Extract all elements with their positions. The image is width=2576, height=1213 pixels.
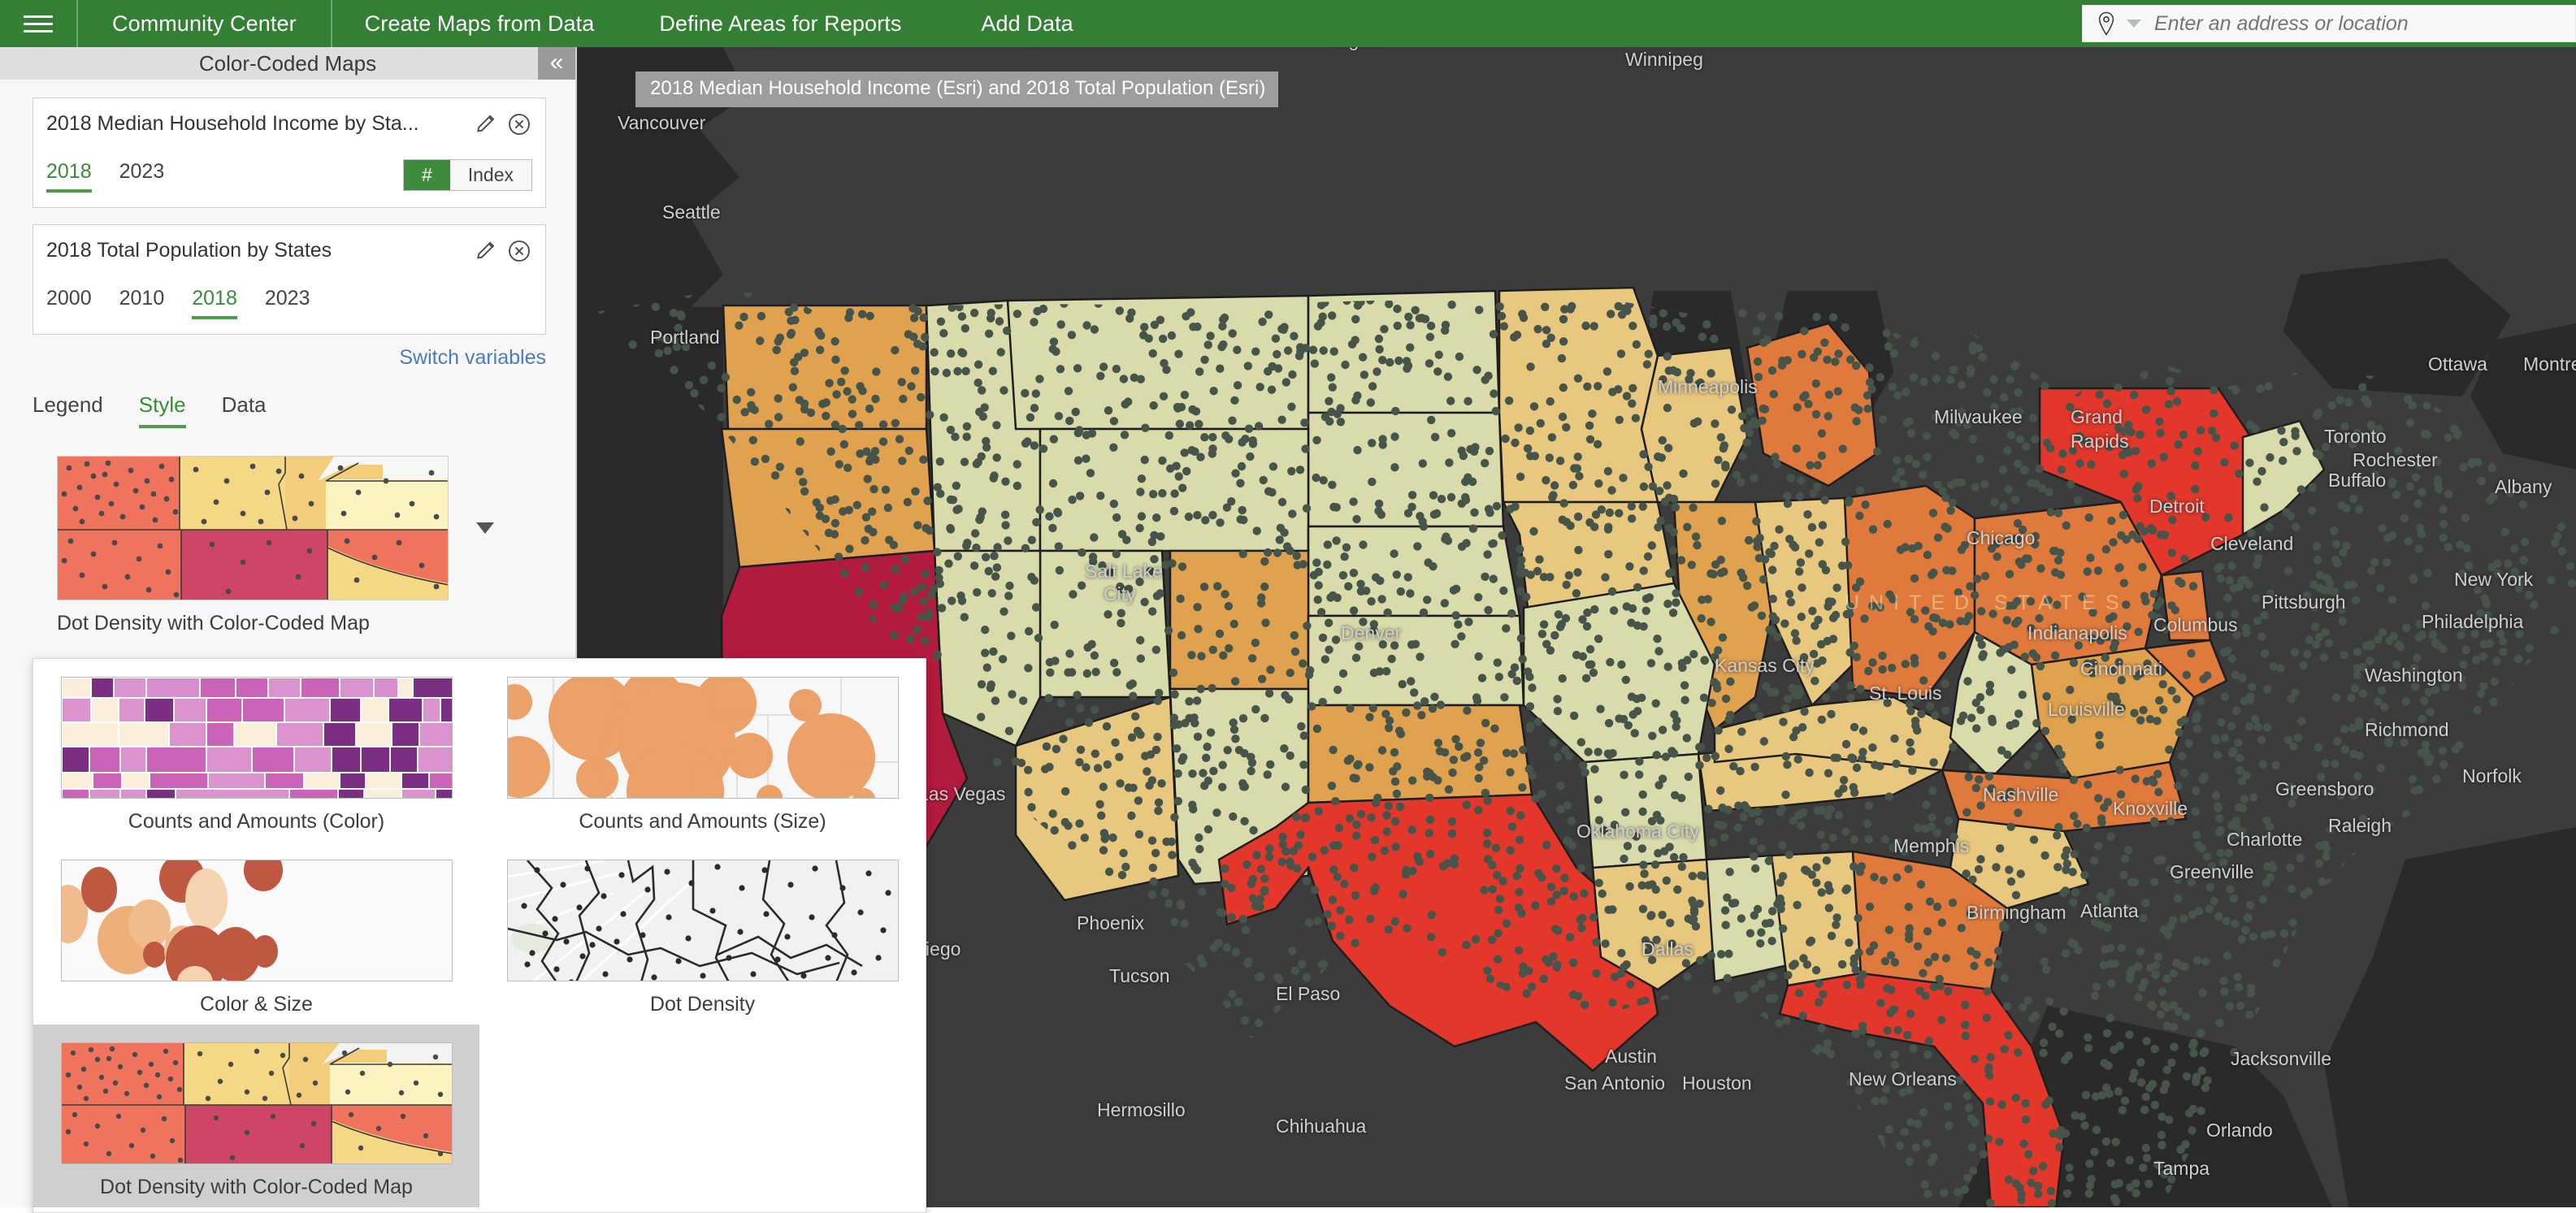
toggle-option-index[interactable]: Index: [450, 160, 531, 190]
current-style-selector[interactable]: [57, 456, 575, 600]
gallery-label: Color & Size: [33, 993, 479, 1016]
tab-legend[interactable]: Legend: [33, 392, 103, 428]
year-selector-population: 2000 2010 2018 2023: [46, 287, 532, 319]
toggle-option-number[interactable]: #: [404, 160, 450, 190]
variable-title: 2018 Total Population by States: [46, 238, 467, 262]
thumbnail-dots-gray: [507, 860, 899, 981]
nav-item-define-areas-for-reports[interactable]: Define Areas for Reports: [627, 0, 932, 47]
close-circle-icon[interactable]: [506, 111, 532, 137]
thumbnail-dots-choropleth: [61, 1042, 453, 1164]
map-title-banner: 2018 Median Household Income (Esri) and …: [635, 71, 1278, 107]
nav-item-create-maps-from-data[interactable]: Create Maps from Data: [332, 0, 627, 47]
page-title: Color-Coded Maps: [199, 51, 376, 76]
tab-data[interactable]: Data: [222, 392, 267, 428]
chevron-down-icon[interactable]: [476, 522, 494, 534]
gallery-item-dot-density[interactable]: Dot Density: [479, 842, 926, 1025]
chevron-down-icon[interactable]: [2127, 19, 2141, 28]
variable-card-income: 2018 Median Household Income by Sta... 2…: [33, 97, 546, 208]
variable-card-header: 2018 Total Population by States: [46, 238, 532, 264]
gallery-row: Dot Density with Color-Coded Map: [33, 1025, 926, 1207]
pencil-icon[interactable]: [474, 111, 500, 137]
variable-card-population: 2018 Total Population by States 2000 201…: [33, 224, 546, 335]
nav-item-add-data[interactable]: Add Data: [932, 0, 1104, 47]
year-option-2023[interactable]: 2023: [265, 287, 310, 319]
gallery-item-counts-amounts-size[interactable]: Counts and Amounts (Size): [479, 659, 926, 842]
gallery-item-counts-amounts-color[interactable]: Counts and Amounts (Color): [33, 659, 479, 842]
gallery-item-color-and-size[interactable]: Color & Size: [33, 842, 479, 1025]
year-option-2023[interactable]: 2023: [119, 160, 165, 193]
variable-year-row: 2000 2010 2018 2023: [46, 284, 532, 319]
hamburger-menu-icon[interactable]: [0, 0, 76, 47]
year-option-2010[interactable]: 2010: [119, 287, 165, 319]
switch-variables-link[interactable]: Switch variables: [0, 346, 546, 370]
thumbnail-choropleth-purple: [61, 677, 453, 799]
app-header: Community Center Create Maps from Data D…: [0, 0, 2576, 47]
number-index-toggle: # Index: [403, 159, 532, 191]
year-selector-income: 2018 2023: [46, 160, 403, 193]
close-circle-icon[interactable]: [506, 238, 532, 264]
current-style-thumbnail[interactable]: [57, 456, 449, 600]
thumbnail-bubbles-color-size: [61, 860, 453, 981]
gallery-label: Dot Density with Color-Coded Map: [33, 1176, 479, 1199]
gallery-row: Counts and Amounts (Color): [33, 659, 926, 842]
gallery-item-dot-density-color-coded[interactable]: Dot Density with Color-Coded Map: [33, 1025, 479, 1207]
pencil-icon[interactable]: [474, 238, 500, 264]
thumbnail-bubbles-orange: [507, 677, 899, 799]
year-option-2018[interactable]: 2018: [192, 287, 237, 319]
style-gallery-dropdown: Counts and Amounts (Color): [33, 658, 926, 1213]
current-style-label: Dot Density with Color-Coded Map: [57, 612, 575, 635]
gallery-row: Color & Size: [33, 842, 926, 1025]
year-option-2000[interactable]: 2000: [46, 287, 92, 319]
collapse-panel-button[interactable]: «: [538, 47, 575, 80]
tab-style[interactable]: Style: [139, 392, 186, 428]
location-search-box[interactable]: [2082, 5, 2576, 42]
hamburger-bars: [24, 11, 53, 37]
year-option-2018[interactable]: 2018: [46, 160, 92, 193]
gallery-item-empty: [479, 1025, 926, 1207]
location-pin-icon[interactable]: [2096, 11, 2117, 36]
panel-titlebar: Color-Coded Maps «: [0, 47, 575, 80]
search-input[interactable]: [2154, 12, 2567, 36]
variable-card-header: 2018 Median Household Income by Sta...: [46, 111, 532, 137]
gallery-label: Counts and Amounts (Color): [33, 810, 479, 834]
panel-tabs: Legend Style Data: [33, 392, 575, 428]
variable-title: 2018 Median Household Income by Sta...: [46, 111, 467, 136]
nav-item-community-center[interactable]: Community Center: [78, 0, 331, 47]
variable-year-row: 2018 2023 # Index: [46, 157, 532, 193]
gallery-label: Counts and Amounts (Size): [479, 810, 926, 834]
gallery-label: Dot Density: [479, 993, 926, 1016]
